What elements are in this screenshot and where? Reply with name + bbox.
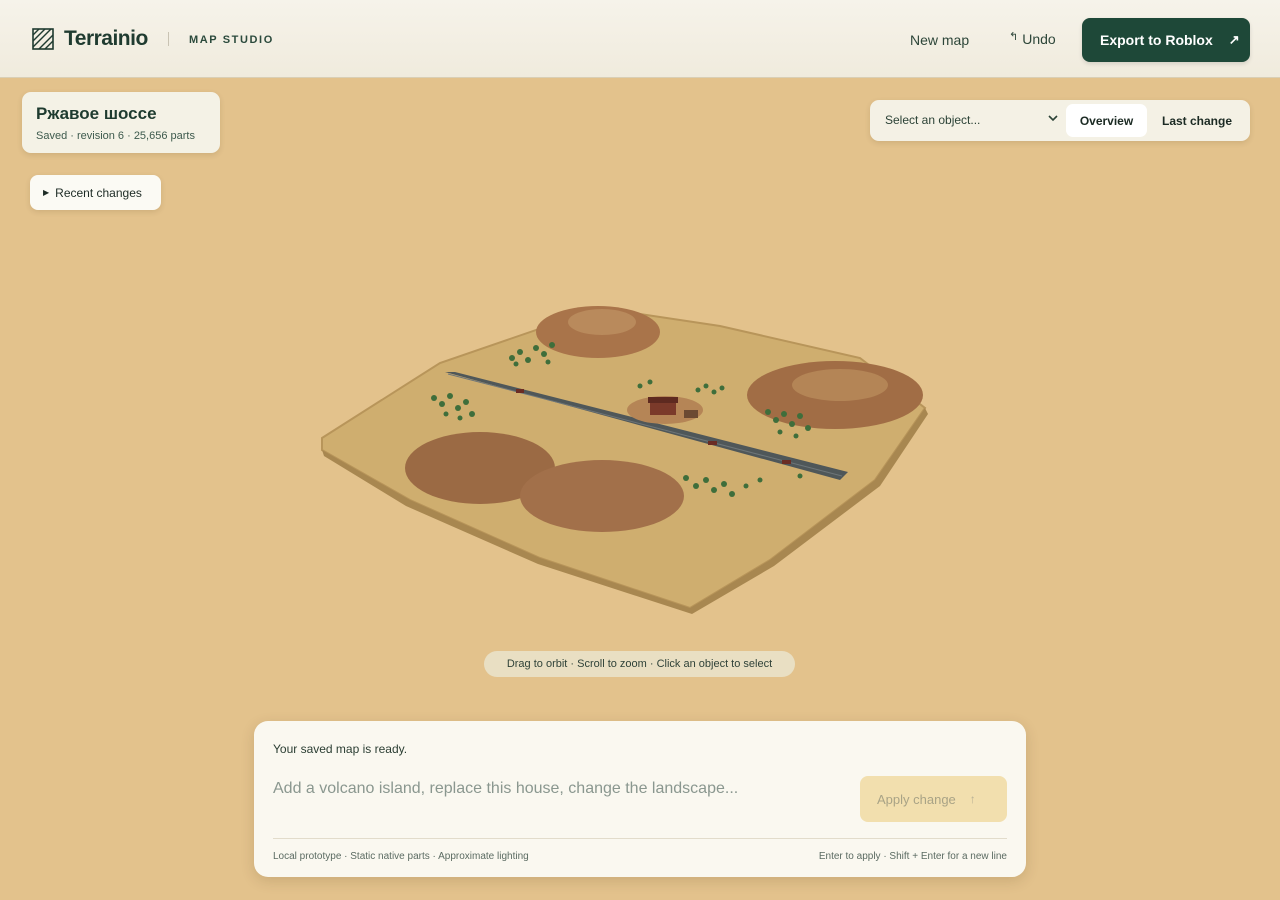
- shed[interactable]: [684, 410, 698, 418]
- brand-name: Terrainio: [64, 27, 148, 50]
- house-roof: [648, 397, 678, 403]
- viewport-hint: Drag to orbit · Scroll to zoom · Click a…: [484, 651, 795, 677]
- export-label: Export to Roblox: [1100, 32, 1213, 48]
- recent-changes-label: Recent changes: [55, 185, 142, 200]
- tab-last-change[interactable]: Last change: [1151, 104, 1243, 137]
- brand-separator: [168, 32, 169, 46]
- map-info-card: Ржавое шоссе Saved · revision 6 · 25,656…: [22, 92, 220, 153]
- triangle-right-icon: ▶: [43, 188, 50, 197]
- car[interactable]: [782, 460, 791, 464]
- change-prompt-input[interactable]: [273, 774, 843, 804]
- chevron-down-icon[interactable]: [1048, 113, 1058, 123]
- logo-icon: [32, 28, 54, 50]
- undo-button[interactable]: ↰ Undo: [1009, 30, 1056, 48]
- apply-change-button[interactable]: Apply change ↑: [860, 776, 1007, 822]
- map-viewport[interactable]: [300, 290, 950, 620]
- external-arrow-icon: ↗: [1228, 32, 1240, 47]
- hill-north-top: [568, 309, 636, 335]
- tab-overview[interactable]: Overview: [1066, 104, 1147, 137]
- composer-divider: [273, 838, 1007, 839]
- view-controls: Select an object... Overview Last change: [870, 100, 1250, 141]
- composer-footer-left: Local prototype · Static native parts · …: [273, 851, 529, 862]
- hill-east-top: [792, 369, 888, 401]
- apply-change-label: Apply change: [877, 791, 956, 807]
- undo-icon: ↰: [1009, 30, 1019, 43]
- hill-south[interactable]: [520, 460, 684, 532]
- object-select[interactable]: Select an object...: [885, 113, 1060, 127]
- map-meta: Saved · revision 6 · 25,656 parts: [36, 130, 195, 142]
- change-composer: Your saved map is ready. Apply change ↑ …: [254, 721, 1026, 877]
- composer-footer-right: Enter to apply · Shift + Enter for a new…: [818, 851, 1007, 862]
- house[interactable]: [650, 401, 676, 415]
- undo-label: Undo: [1022, 31, 1056, 47]
- brand-subtitle: MAP STUDIO: [189, 34, 274, 46]
- recent-changes-toggle[interactable]: ▶ Recent changes: [30, 175, 161, 210]
- brand[interactable]: Terrainio: [32, 27, 148, 51]
- top-bar: Terrainio MAP STUDIO New map ↰ Undo Expo…: [0, 0, 1280, 78]
- map-title: Ржавое шоссе: [36, 104, 157, 123]
- car[interactable]: [708, 441, 717, 445]
- car[interactable]: [516, 389, 524, 393]
- new-map-button[interactable]: New map: [910, 32, 969, 48]
- composer-status: Your saved map is ready.: [273, 742, 408, 756]
- arrow-up-icon: ↑: [969, 792, 976, 806]
- export-to-roblox-button[interactable]: Export to Roblox ↗: [1082, 18, 1250, 62]
